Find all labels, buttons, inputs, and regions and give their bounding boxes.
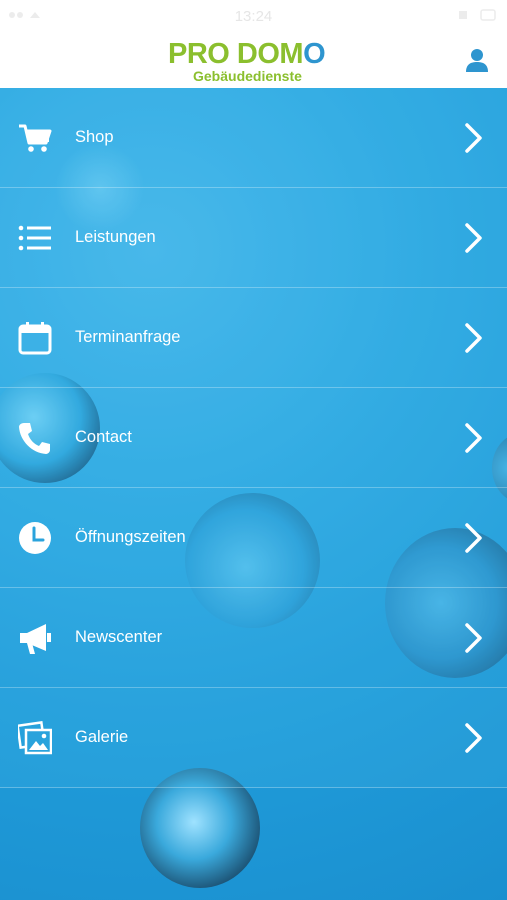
user-icon: [466, 49, 488, 72]
clock-icon: [19, 522, 51, 554]
app-header: PRO DOMO Gebäudedienste: [0, 32, 507, 88]
menu-item-oeffnungszeiten[interactable]: Öffnungszeiten: [0, 488, 507, 588]
menu-item-contact[interactable]: Contact: [0, 388, 507, 488]
menu-item-leistungen[interactable]: Leistungen: [0, 188, 507, 288]
chevron-right-icon: [465, 423, 482, 453]
menu-item-shop[interactable]: Shop: [0, 88, 507, 188]
brand-logo[interactable]: PRO DOMO Gebäudedienste: [168, 38, 343, 86]
menu-label: Terminanfrage: [75, 328, 181, 346]
status-time: 13:24: [234, 8, 273, 25]
brand-name-accent: O: [303, 38, 326, 70]
menu-label: Galerie: [75, 728, 129, 746]
gallery-icon: [18, 721, 52, 755]
megaphone-icon: [20, 624, 51, 654]
battery-icon: [459, 9, 496, 21]
list-icon: [18, 225, 51, 251]
menu-label: Contact: [75, 428, 132, 446]
chevron-right-icon: [465, 223, 482, 253]
calendar-icon: [18, 322, 52, 355]
phone-icon: [19, 423, 50, 454]
brand-name: PRO DOM: [168, 38, 304, 70]
menu-label: Öffnungszeiten: [75, 528, 186, 546]
user-button[interactable]: [463, 46, 491, 74]
brand-subtitle: Gebäudedienste: [193, 68, 302, 84]
status-bar: 13:24: [0, 0, 507, 32]
menu-item-newscenter[interactable]: Newscenter: [0, 588, 507, 688]
menu-item-galerie[interactable]: Galerie: [0, 688, 507, 788]
menu-label: Leistungen: [75, 228, 156, 246]
main-menu: Shop Leistungen Terminanfrage Contact Öf…: [0, 88, 507, 790]
chevron-right-icon: [465, 123, 482, 153]
menu-item-terminanfrage[interactable]: Terminanfrage: [0, 288, 507, 388]
chevron-right-icon: [465, 523, 482, 553]
menu-label: Shop: [75, 128, 114, 146]
chevron-right-icon: [465, 323, 482, 353]
chevron-right-icon: [465, 623, 482, 653]
cart-icon: [19, 124, 52, 152]
menu-label: Newscenter: [75, 628, 163, 646]
chevron-right-icon: [465, 723, 482, 753]
